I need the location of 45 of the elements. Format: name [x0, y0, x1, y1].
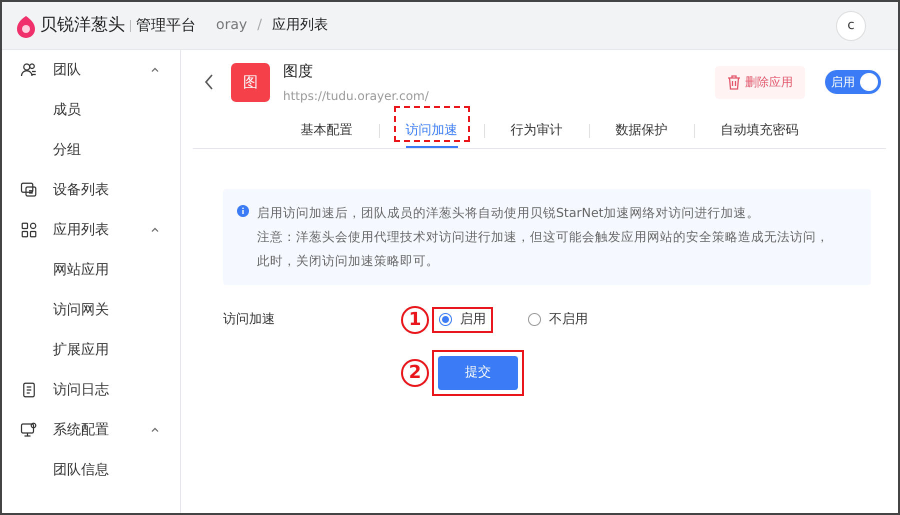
field-label: 访问加速	[223, 310, 276, 329]
back-icon[interactable]	[203, 73, 215, 92]
radio-button[interactable]	[439, 313, 452, 326]
tab[interactable]: 数据保护	[616, 114, 668, 148]
notice-text: 启用访问加速后，团队成员的洋葱头将自动使用贝锐StarNet加速网络对访问进行加速。	[257, 204, 761, 222]
sidebar-item[interactable]: 系统配置	[2, 410, 180, 450]
tab[interactable]: 基本配置	[300, 114, 352, 148]
sidebar-item[interactable]: 应用列表	[2, 210, 180, 250]
app-icon: 图	[231, 62, 270, 102]
avatar[interactable]: c	[836, 10, 866, 40]
sidebar-item[interactable]: 访问日志	[2, 370, 180, 410]
brand-name: 贝锐洋葱头	[40, 14, 125, 37]
breadcrumb-item: 应用列表	[272, 16, 328, 35]
sidebar-subitem[interactable]: 团队信息	[2, 450, 180, 490]
trash-icon	[727, 74, 741, 90]
sidebar-subitem[interactable]: 扩展应用	[2, 330, 180, 370]
people-icon	[20, 61, 38, 79]
document-icon	[20, 381, 38, 399]
annotation-number: 1	[401, 306, 429, 334]
sidebar-item[interactable]: 团队	[2, 50, 180, 90]
tab[interactable]: 行为审计	[510, 114, 562, 148]
info-icon	[237, 204, 249, 216]
app-url: https://tudu.orayer.com/	[283, 88, 429, 104]
app-name: 图度	[283, 61, 314, 82]
radio-option[interactable]: 启用	[432, 306, 493, 332]
sidebar-subitem[interactable]: 网站应用	[2, 250, 180, 290]
notice-text: 注意：洋葱头会使用代理技术对访问进行加速，但这可能会触发应用网站的安全策略造成无法访问，此时，关闭访问加速策略即可。	[257, 228, 830, 270]
sidebar-subitem[interactable]: 分组	[2, 130, 180, 170]
radio-option[interactable]: 不启用	[523, 306, 593, 332]
enable-toggle[interactable]: 启用	[825, 70, 881, 94]
radio-button[interactable]	[528, 313, 541, 326]
devices-icon	[20, 181, 38, 199]
sidebar-subitem[interactable]: 成员	[2, 90, 180, 130]
breadcrumb-item[interactable]: oray	[216, 15, 248, 36]
sidebar-subitem[interactable]: 访问网关	[2, 290, 180, 330]
breadcrumb-separator: /	[257, 16, 262, 35]
submit-button[interactable]: 提交	[438, 356, 518, 390]
product-name: 管理平台	[136, 15, 196, 36]
grid-icon	[20, 221, 38, 239]
tab[interactable]: 自动填充密码	[720, 114, 798, 148]
monitor-gear-icon	[20, 421, 38, 439]
tab[interactable]: 访问加速	[406, 114, 458, 148]
sidebar-item[interactable]: 设备列表	[2, 170, 180, 210]
logo-icon	[14, 14, 38, 38]
annotation-number: 2	[401, 358, 429, 386]
